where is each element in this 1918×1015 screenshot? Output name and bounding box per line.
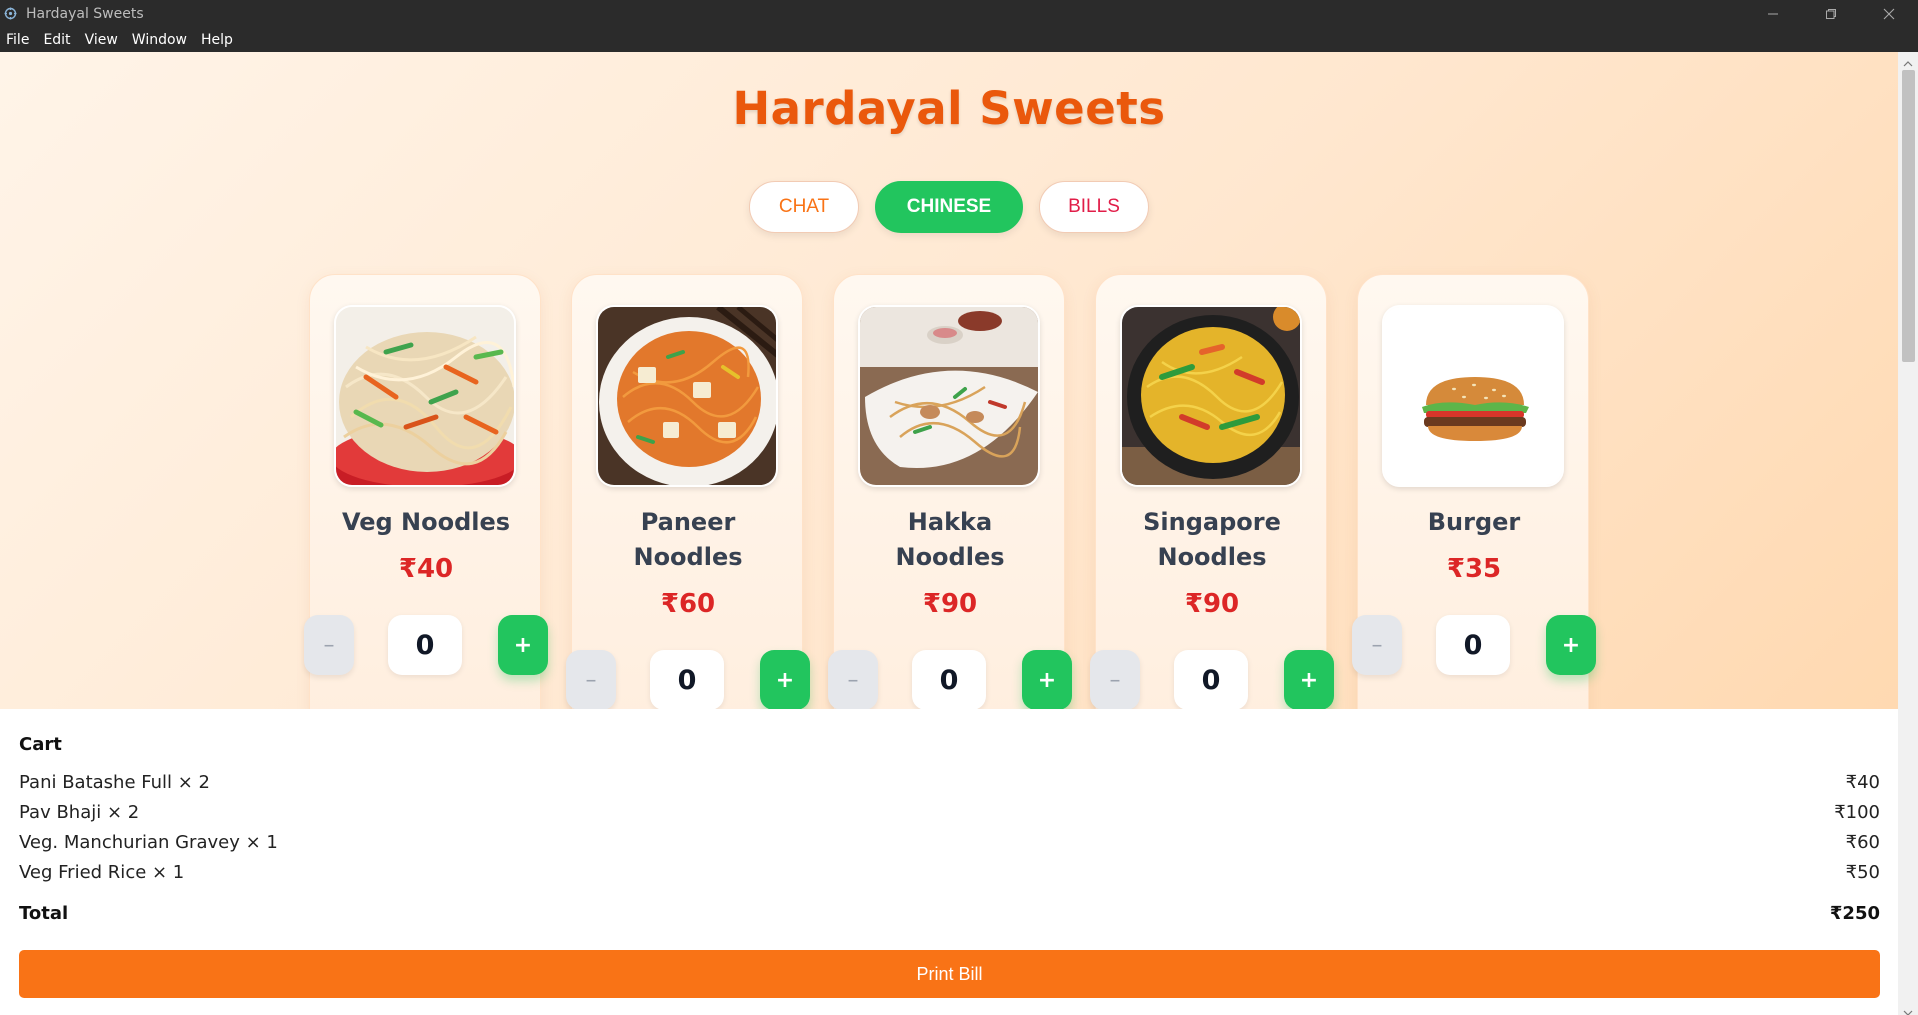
paneer-noodles-image [596, 305, 778, 487]
increment-button[interactable]: + [1546, 615, 1596, 675]
quantity-stepper: – 0 + [1090, 650, 1334, 709]
cart-item: Veg Fried Rice × 1 ₹50 [19, 862, 1880, 892]
tab-bills[interactable]: BILLS [1039, 181, 1149, 233]
quantity-stepper: – 0 + [304, 615, 548, 677]
cart-total-value: ₹250 [1829, 903, 1880, 924]
cart-item: Veg. Manchurian Gravey × 1 ₹60 [19, 832, 1880, 862]
quantity-stepper: – 0 + [1352, 615, 1596, 677]
window-titlebar: Hardayal Sweets [0, 0, 1918, 27]
product-name: Singapore Noodles [1143, 508, 1281, 571]
menu-bar: File Edit View Window Help [0, 27, 1918, 52]
decrement-button[interactable]: – [1352, 615, 1402, 675]
decrement-button[interactable]: – [566, 650, 616, 709]
singapore-noodles-image [1120, 305, 1302, 487]
tab-chat[interactable]: CHAT [749, 181, 859, 233]
increment-button[interactable]: + [760, 650, 810, 709]
scrollbar[interactable] [1898, 52, 1918, 1015]
window-title: Hardayal Sweets [26, 5, 144, 22]
quantity-value: 0 [1436, 615, 1510, 675]
increment-button[interactable]: + [498, 615, 548, 675]
cart-total: Total ₹250 [19, 903, 1880, 924]
product-name: Burger [1427, 508, 1521, 536]
product-card: Singapore Noodles ₹90 – 0 + [1090, 274, 1334, 709]
cart-panel: Cart Pani Batashe Full × 2 ₹40 Pav Bhaji… [0, 709, 1898, 1015]
window-controls [1744, 0, 1918, 27]
quantity-value: 0 [388, 615, 462, 675]
page-title: Hardayal Sweets [732, 82, 1166, 135]
product-card: Burger ₹35 – 0 + [1352, 274, 1596, 709]
menu-edit[interactable]: Edit [43, 32, 70, 48]
product-card: Hakka Noodles ₹90 – 0 + [828, 274, 1072, 709]
cart-title: Cart [19, 734, 62, 755]
product-card: Paneer Noodles ₹60 – 0 + [566, 274, 810, 709]
product-price: ₹90 [922, 589, 978, 619]
category-tabs: CHAT CHINESE BILLS [0, 181, 1898, 233]
product-price: ₹35 [1446, 554, 1502, 584]
cart-total-label: Total [19, 903, 69, 924]
increment-button[interactable]: + [1022, 650, 1072, 709]
burger-image [1382, 305, 1564, 487]
minimize-icon[interactable] [1744, 0, 1802, 27]
veg-noodles-image [334, 305, 516, 487]
scroll-down-icon[interactable] [1903, 1003, 1913, 1015]
product-price: ₹60 [660, 589, 716, 619]
cart-item: Pani Batashe Full × 2 ₹40 [19, 772, 1880, 802]
quantity-value: 0 [912, 650, 986, 709]
menu-view[interactable]: View [85, 32, 118, 48]
decrement-button[interactable]: – [304, 615, 354, 675]
scrollbar-thumb[interactable] [1902, 70, 1915, 362]
close-icon[interactable] [1860, 0, 1918, 27]
cart-item-name: Veg Fried Rice × 1 [19, 862, 185, 883]
quantity-value: 0 [650, 650, 724, 709]
cart-item: Pav Bhaji × 2 ₹100 [19, 802, 1880, 832]
product-name: Hakka Noodles [895, 508, 1005, 571]
cart-item-name: Pani Batashe Full × 2 [19, 772, 211, 793]
quantity-stepper: – 0 + [566, 650, 810, 709]
menu-file[interactable]: File [6, 32, 29, 48]
menu-panel: Hardayal Sweets CHAT CHINESE BILLS Veg N… [0, 52, 1898, 709]
decrement-button[interactable]: – [828, 650, 878, 709]
cart-item-price: ₹40 [1845, 772, 1880, 793]
hakka-noodles-image [858, 305, 1040, 487]
cart-item-price: ₹50 [1845, 862, 1880, 883]
cart-item-price: ₹60 [1845, 832, 1880, 853]
increment-button[interactable]: + [1284, 650, 1334, 709]
product-grid: Veg Noodles ₹40 – 0 + Paneer Noodles ₹60… [304, 274, 1596, 709]
scroll-up-icon[interactable] [1903, 54, 1913, 67]
quantity-stepper: – 0 + [828, 650, 1072, 709]
menu-help[interactable]: Help [201, 32, 233, 48]
menu-window[interactable]: Window [132, 32, 187, 48]
print-bill-button[interactable]: Print Bill [19, 950, 1880, 998]
quantity-value: 0 [1174, 650, 1248, 709]
product-price: ₹40 [398, 554, 454, 584]
tab-chinese[interactable]: CHINESE [875, 181, 1023, 233]
product-card: Veg Noodles ₹40 – 0 + [304, 274, 548, 709]
app-icon [3, 7, 17, 21]
cart-item-name: Pav Bhaji × 2 [19, 802, 140, 823]
restore-icon[interactable] [1802, 0, 1860, 27]
cart-item-price: ₹100 [1834, 802, 1880, 823]
cart-item-name: Veg. Manchurian Gravey × 1 [19, 832, 278, 853]
decrement-button[interactable]: – [1090, 650, 1140, 709]
product-price: ₹90 [1184, 589, 1240, 619]
product-name: Paneer Noodles [633, 508, 743, 571]
product-name: Veg Noodles [341, 508, 511, 536]
